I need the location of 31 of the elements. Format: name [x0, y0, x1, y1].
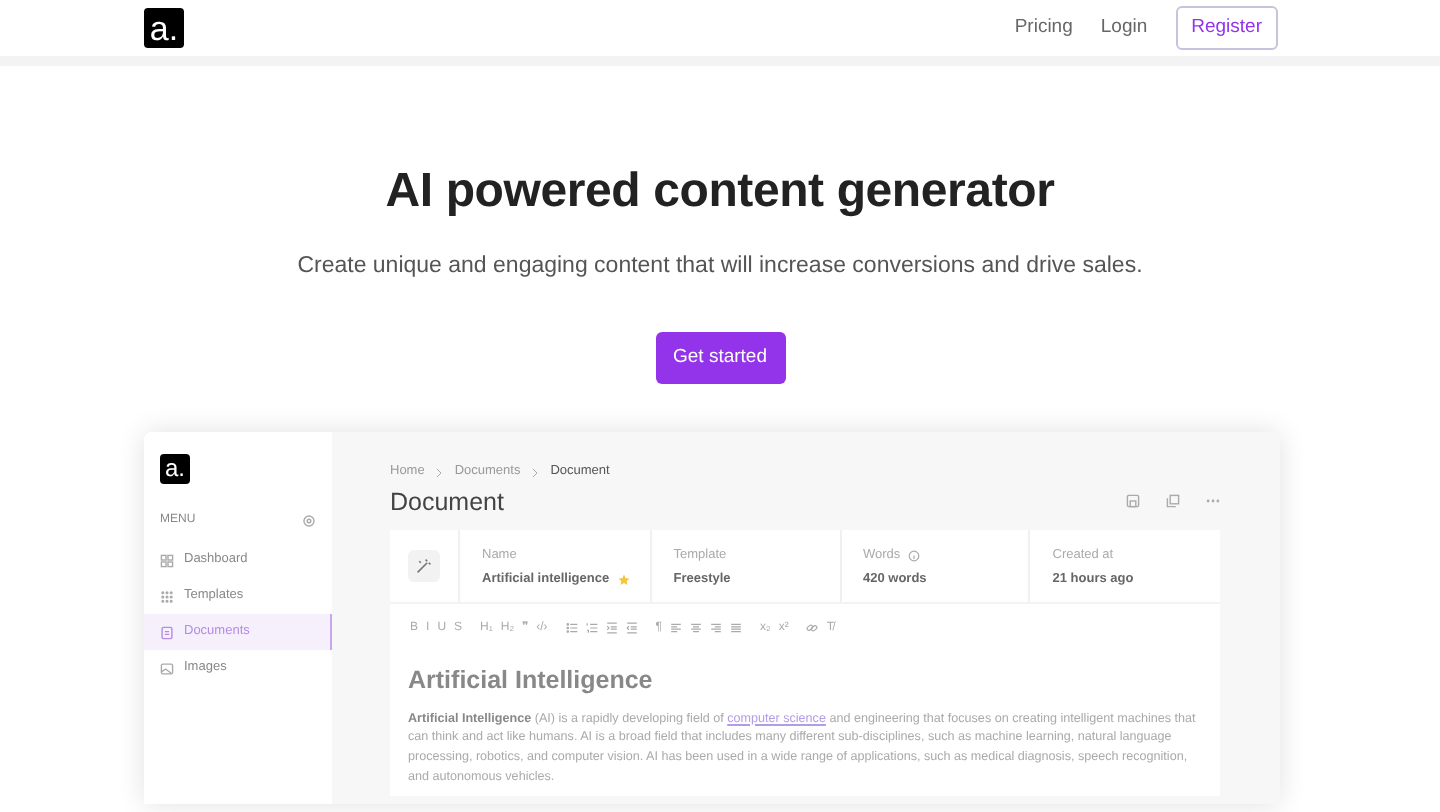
chevron-right-icon	[434, 467, 445, 478]
dots-grid-icon	[160, 589, 174, 604]
hero-title: AI powered content generator	[383, 164, 1057, 222]
align-center-icon[interactable]	[689, 622, 702, 635]
grid-icon	[160, 553, 174, 568]
outdent-icon[interactable]	[625, 622, 638, 635]
hero-subtitle: Create unique and engaging content that will increase conversions and drive sales.	[295, 251, 1145, 282]
document-title: Document	[390, 488, 504, 519]
logo[interactable]: a.	[144, 8, 184, 48]
bullet-list-icon[interactable]	[565, 622, 578, 635]
document-heading: Artificial Intelligence	[408, 665, 655, 696]
justify-icon[interactable]	[729, 622, 742, 635]
logo: a.	[160, 453, 190, 484]
register-button[interactable]: Register	[1175, 5, 1278, 51]
get-started-button[interactable]: Get started	[655, 332, 785, 385]
info-icon	[908, 549, 921, 562]
align-left-icon[interactable]	[669, 622, 682, 635]
image-icon	[160, 661, 174, 676]
save-icon[interactable]	[1126, 493, 1140, 508]
star-icon	[617, 573, 630, 586]
align-right-icon[interactable]	[709, 622, 722, 635]
wand-icon	[408, 549, 440, 582]
link-icon[interactable]	[806, 622, 819, 635]
chevron-right-icon	[530, 467, 541, 478]
numbered-list-icon[interactable]	[585, 622, 598, 635]
document-icon	[160, 625, 174, 640]
indent-icon[interactable]	[605, 622, 618, 635]
nav-link[interactable]: Login	[1100, 13, 1148, 43]
copy-icon[interactable]	[1166, 493, 1180, 508]
nav-link[interactable]: Pricing	[1014, 13, 1073, 43]
settings-icon[interactable]	[302, 514, 316, 529]
